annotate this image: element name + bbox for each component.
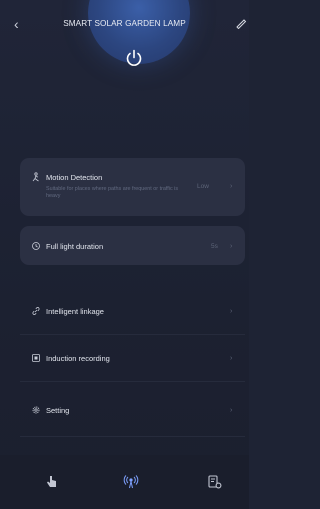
device-settings-icon[interactable] <box>206 473 224 491</box>
signal-antenna-icon[interactable] <box>122 473 140 491</box>
chevron-right-icon: › <box>230 308 233 315</box>
motion-sensor-icon <box>32 172 39 182</box>
setting-item[interactable]: Setting › <box>20 390 245 430</box>
intelligent-linkage-item[interactable]: Intelligent linkage › <box>20 291 245 331</box>
induction-recording-item[interactable]: Induction recording › <box>20 338 245 378</box>
link-icon <box>32 307 40 315</box>
divider <box>20 436 245 437</box>
setting-label: Setting <box>46 406 70 415</box>
bottom-tab-bar <box>0 455 249 509</box>
motion-detection-card[interactable]: Motion Detection Suitable for places whe… <box>20 158 245 216</box>
full-light-duration-value: 5s <box>211 243 218 250</box>
power-icon[interactable] <box>124 48 144 68</box>
induction-recording-label: Induction recording <box>46 354 110 363</box>
divider <box>20 381 245 382</box>
motion-sensitivity-value: Low <box>197 183 209 190</box>
chevron-right-icon: › <box>230 183 233 190</box>
edit-icon[interactable] <box>235 17 247 29</box>
page-title: SMART SOLAR GARDEN LAMP <box>63 19 186 28</box>
divider <box>20 334 245 335</box>
full-light-duration-card[interactable]: Full light duration 5s › <box>20 226 245 265</box>
intelligent-linkage-label: Intelligent linkage <box>46 307 104 316</box>
chevron-right-icon: › <box>230 243 233 250</box>
record-icon <box>32 354 40 362</box>
light-clock-icon <box>32 242 40 250</box>
chevron-right-icon: › <box>230 407 233 414</box>
motion-detection-label: Motion Detection <box>46 173 103 182</box>
motion-detection-description: Suitable for places where paths are freq… <box>46 186 179 199</box>
gear-icon <box>32 406 40 414</box>
lamp-screen: ‹ SMART SOLAR GARDEN LAMP Motion Detecti… <box>0 0 249 509</box>
hand-touch-icon[interactable] <box>43 473 61 491</box>
full-light-duration-label: Full light duration <box>46 242 104 251</box>
chevron-right-icon: › <box>230 355 233 362</box>
